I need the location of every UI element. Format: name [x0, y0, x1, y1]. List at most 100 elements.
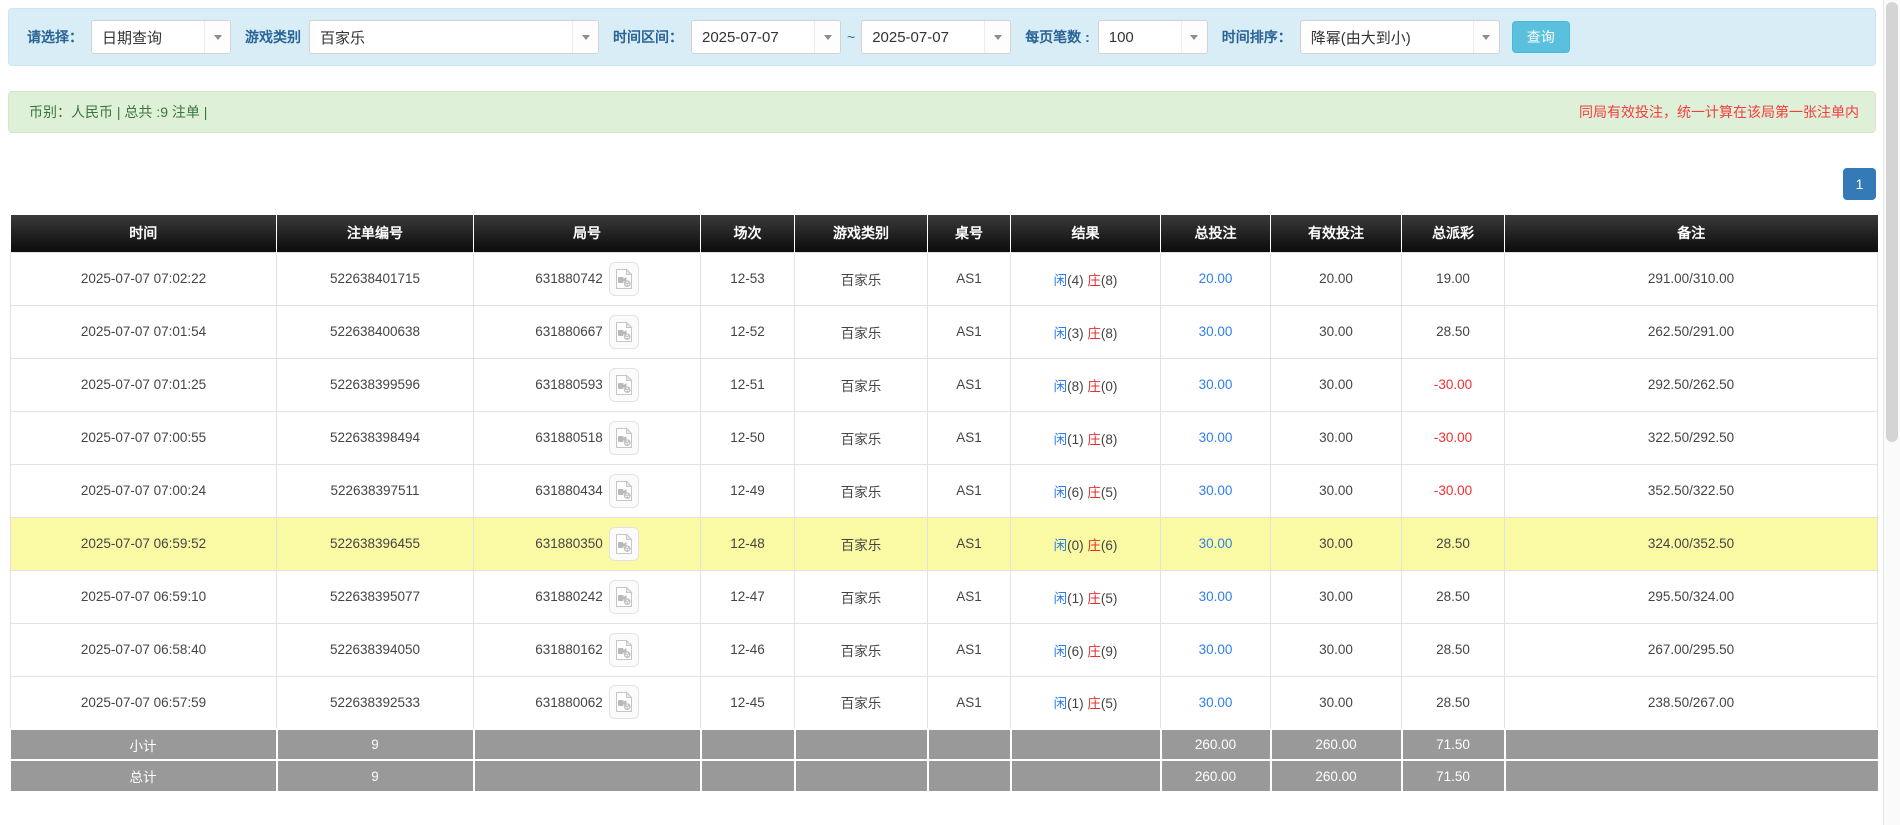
payout: -30.00 — [1401, 463, 1505, 518]
chevron-down-icon[interactable] — [1472, 21, 1499, 53]
total-bet-link[interactable]: 30.00 — [1199, 642, 1233, 657]
remark: 267.00/295.50 — [1504, 622, 1878, 677]
page-size-select[interactable]: 100 — [1097, 20, 1208, 54]
video-replay-button[interactable] — [608, 473, 639, 508]
total-bet-link[interactable]: 30.00 — [1199, 589, 1233, 604]
subtotal-payout: 71.50 — [1401, 728, 1506, 760]
chevron-down-icon[interactable] — [204, 21, 230, 53]
game-type: 百家乐 — [794, 304, 928, 359]
game-type-select[interactable]: 百家乐 — [309, 20, 599, 54]
video-replay-button[interactable] — [608, 685, 639, 720]
payout: -30.00 — [1401, 410, 1505, 465]
round-id: 631880434 — [535, 483, 603, 498]
player-label: 闲 — [1053, 378, 1068, 394]
session-no: 12-47 — [700, 569, 795, 624]
video-replay-button[interactable] — [608, 526, 639, 561]
valid-bet: 30.00 — [1270, 410, 1402, 465]
session-no: 12-53 — [700, 251, 795, 306]
banker-points: (8) — [1100, 272, 1118, 288]
result-cell: 闲(6) 庄(5) — [1010, 463, 1161, 518]
chevron-down-icon[interactable] — [1180, 21, 1207, 53]
scrollbar-thumb[interactable] — [1886, 2, 1898, 442]
video-replay-button[interactable] — [608, 367, 639, 402]
subtotal-row: 小计 9 260.00 260.00 71.50 — [10, 728, 1878, 760]
round-cell: 631880434 — [473, 463, 701, 518]
query-type-select[interactable]: 日期查询 — [91, 20, 231, 54]
total-count: 9 — [276, 759, 475, 791]
round-id: 631880350 — [535, 536, 603, 551]
video-replay-button[interactable] — [608, 420, 639, 455]
bet-time: 2025-07-07 06:57:59 — [10, 675, 277, 730]
player-points: (1) — [1067, 590, 1084, 606]
banker-label: 庄 — [1087, 590, 1101, 606]
total-bet-link[interactable]: 30.00 — [1199, 324, 1233, 339]
notice-text: 同局有效投注，统一计算在该局第一张注单内 — [1579, 104, 1859, 120]
total-bet-link[interactable]: 30.00 — [1199, 377, 1233, 392]
round-id: 631880593 — [535, 377, 603, 392]
query-button[interactable]: 查询 — [1511, 21, 1570, 53]
total-total-bet: 260.00 — [1160, 759, 1272, 791]
total-bet-link[interactable]: 30.00 — [1199, 536, 1233, 551]
result-cell: 闲(6) 庄(9) — [1010, 622, 1161, 677]
valid-bet: 30.00 — [1270, 622, 1402, 677]
sort-order-value: 降幂(由大到小) — [1310, 29, 1411, 47]
table-body: 2025-07-07 07:02:22 522638401715 6318807… — [10, 251, 1878, 730]
banker-points: (5) — [1100, 696, 1118, 712]
table-no: AS1 — [927, 410, 1011, 465]
video-replay-button[interactable] — [608, 632, 639, 667]
result-cell: 闲(1) 庄(8) — [1010, 410, 1161, 465]
footer-empty-cell — [1504, 759, 1878, 791]
date-from-value: 2025-07-07 — [702, 28, 779, 46]
table-footer: 小计 9 260.00 260.00 71.50 总计 9 260.00 260… — [10, 728, 1878, 791]
player-points: (6) — [1067, 484, 1084, 500]
currency-total-text: 币别：人民币 | 总共 :9 注单 | — [29, 104, 208, 120]
video-file-icon — [615, 691, 633, 713]
table-row: 2025-07-07 06:59:52 522638396455 6318803… — [10, 516, 1878, 571]
player-label: 闲 — [1053, 643, 1068, 659]
game-type: 百家乐 — [794, 675, 928, 730]
total-bet-link[interactable]: 30.00 — [1199, 430, 1233, 445]
round-cell: 631880350 — [473, 516, 701, 571]
chevron-down-icon[interactable] — [814, 21, 840, 53]
banker-label: 庄 — [1087, 643, 1101, 659]
video-replay-button[interactable] — [608, 261, 639, 296]
chevron-down-icon[interactable] — [572, 21, 598, 53]
player-points: (8) — [1067, 378, 1084, 394]
date-to-select[interactable]: 2025-07-07 — [861, 20, 1012, 54]
footer-empty-cell — [1504, 728, 1878, 760]
round-id: 631880742 — [535, 271, 603, 286]
total-bet-cell: 30.00 — [1160, 410, 1271, 465]
sort-order-select[interactable]: 降幂(由大到小) — [1299, 20, 1500, 54]
valid-bet: 30.00 — [1270, 516, 1402, 571]
total-bet-link[interactable]: 30.00 — [1199, 483, 1233, 498]
bet-time: 2025-07-07 07:01:54 — [10, 304, 277, 359]
date-from-select[interactable]: 2025-07-07 — [691, 20, 841, 54]
table-row: 2025-07-07 07:01:54 522638400638 6318806… — [10, 304, 1878, 359]
video-file-icon — [615, 585, 633, 607]
subtotal-valid-bet: 260.00 — [1270, 728, 1403, 760]
header-game-type: 游戏类别 — [794, 215, 928, 252]
page-size-label: 每页笔数 : — [1025, 29, 1090, 45]
session-no: 12-50 — [700, 410, 795, 465]
page-1-button[interactable]: 1 — [1843, 168, 1876, 200]
video-replay-button[interactable] — [608, 579, 639, 614]
remark: 262.50/291.00 — [1504, 304, 1878, 359]
round-cell: 631880667 — [473, 304, 701, 359]
remark: 291.00/310.00 — [1504, 251, 1878, 306]
video-file-icon — [615, 426, 633, 448]
player-points: (1) — [1067, 696, 1084, 712]
subtotal-label: 小计 — [10, 728, 278, 760]
banker-points: (5) — [1100, 590, 1118, 606]
total-bet-link[interactable]: 20.00 — [1199, 271, 1233, 286]
banker-label: 庄 — [1087, 378, 1101, 394]
banker-label: 庄 — [1087, 272, 1101, 288]
chevron-down-icon[interactable] — [984, 21, 1011, 53]
vertical-scrollbar[interactable] — [1883, 0, 1900, 825]
bet-id: 522638392533 — [276, 675, 474, 730]
video-replay-button[interactable] — [608, 314, 639, 349]
total-bet-cell: 30.00 — [1160, 463, 1271, 518]
player-label: 闲 — [1053, 537, 1068, 553]
total-bet-link[interactable]: 30.00 — [1199, 695, 1233, 710]
valid-bet: 30.00 — [1270, 675, 1402, 730]
player-label: 闲 — [1053, 272, 1068, 288]
